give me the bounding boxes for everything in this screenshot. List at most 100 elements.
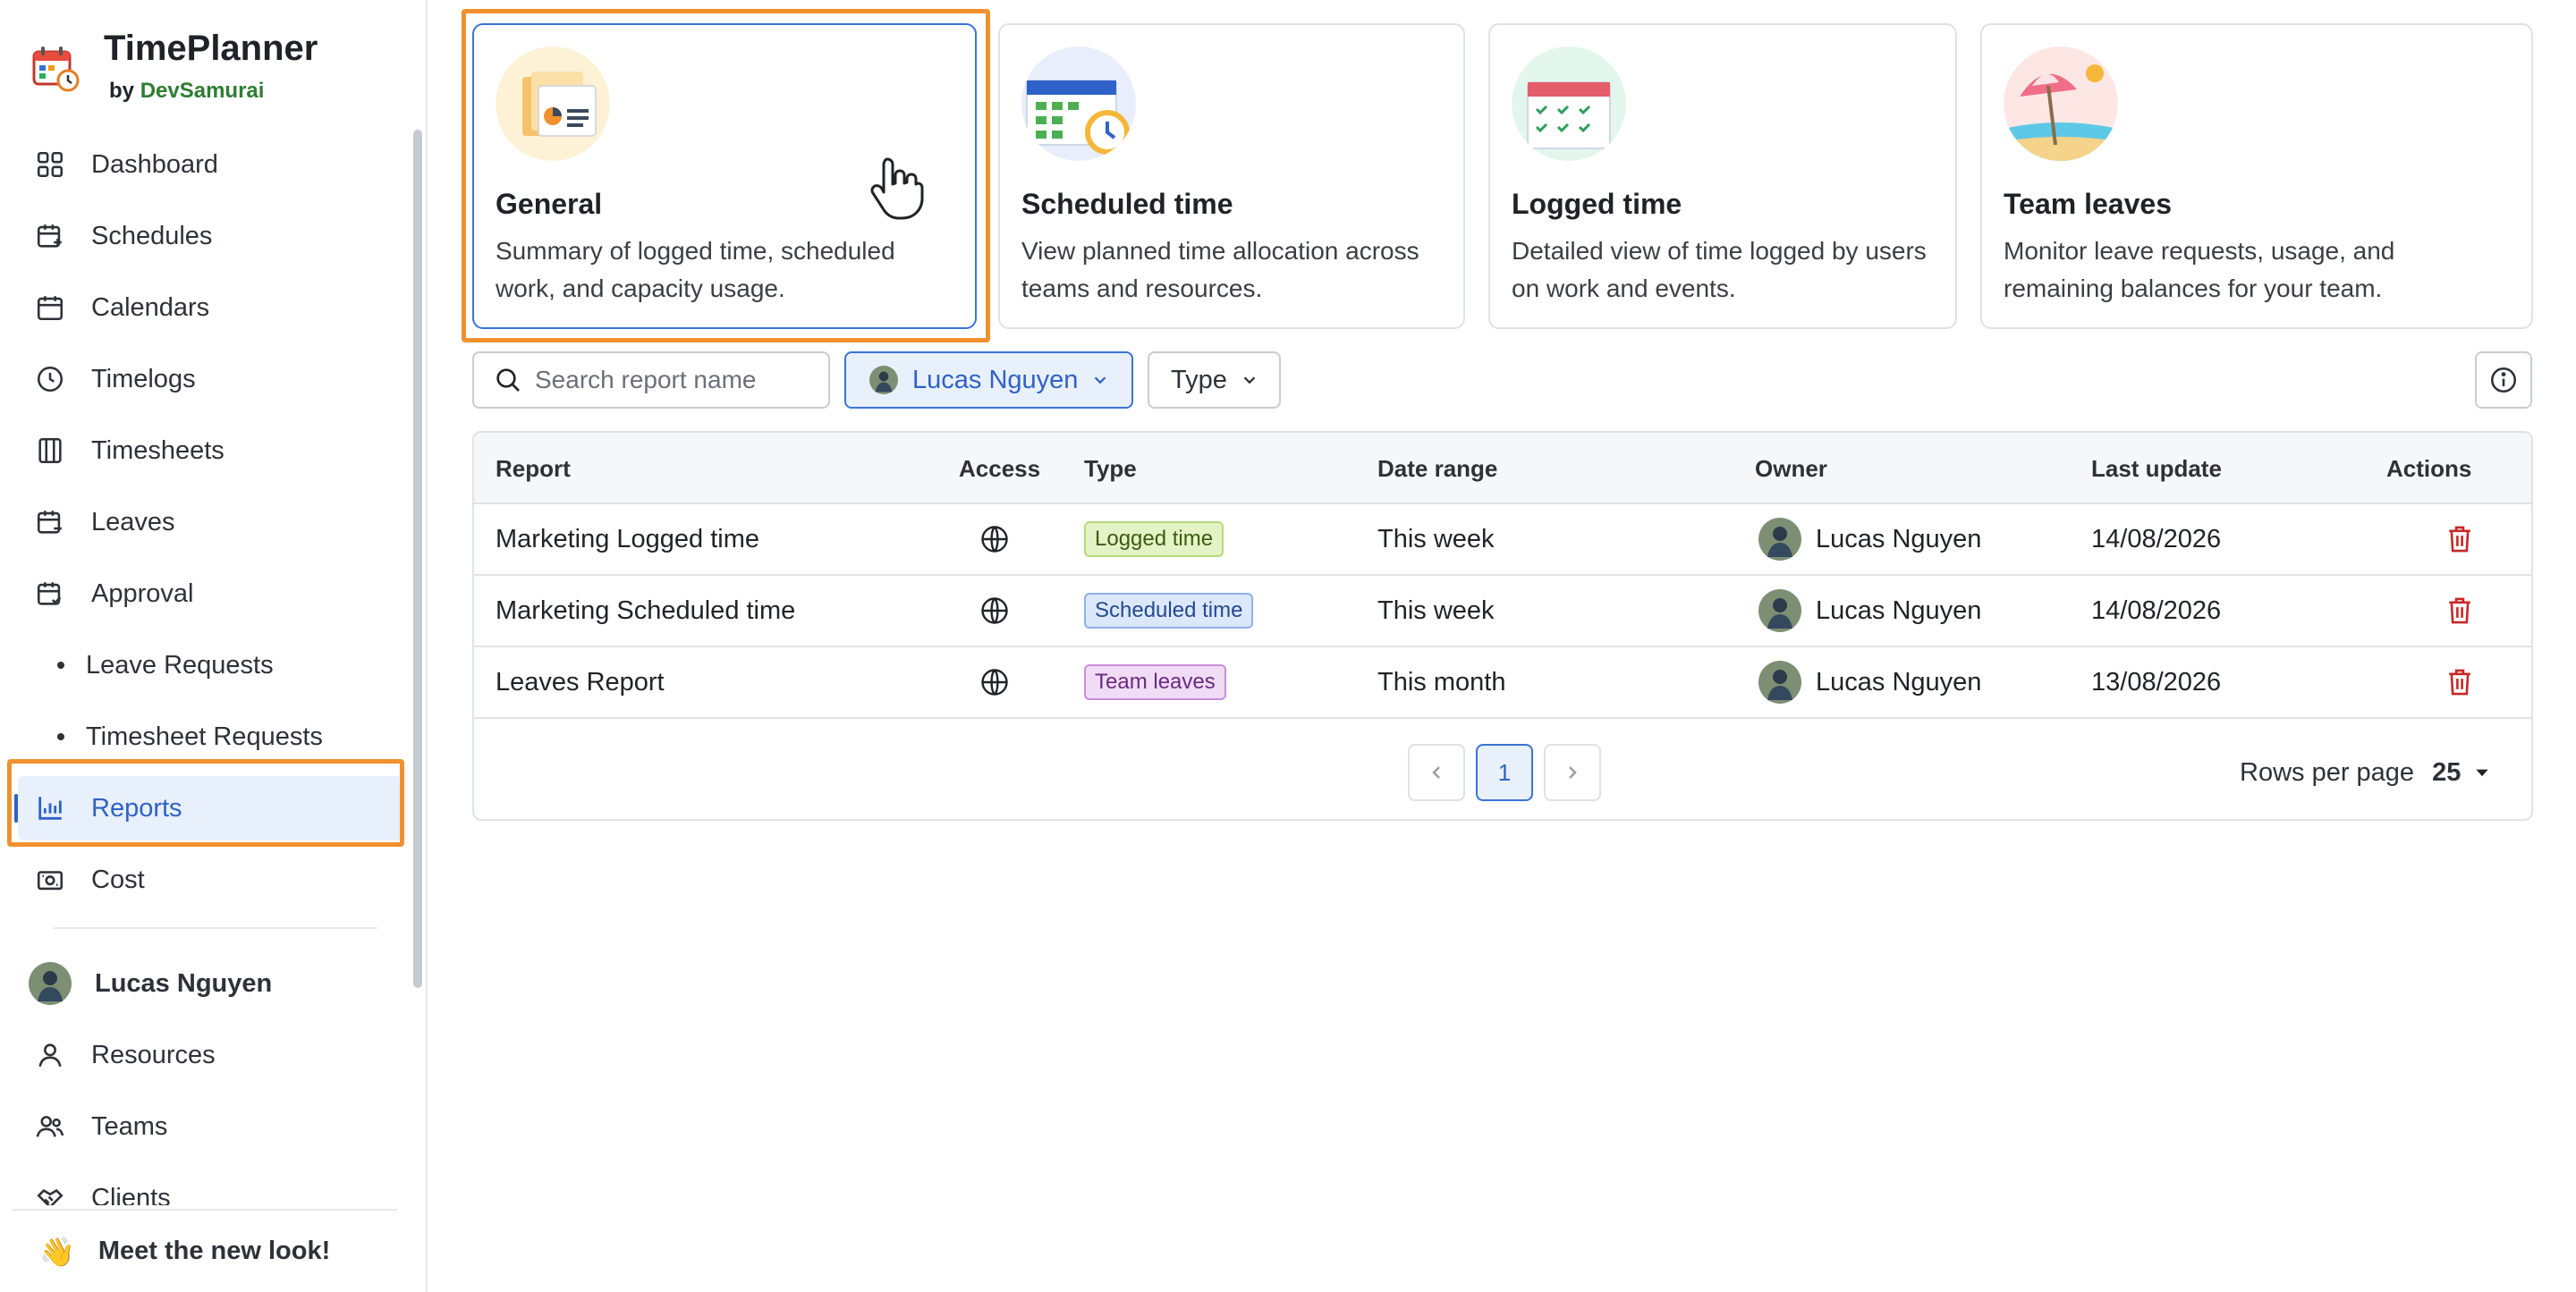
announcement-banner[interactable]: 👋 Meet the new look!: [13, 1209, 397, 1292]
sidebar-item-schedules[interactable]: Schedules: [18, 204, 402, 268]
logged-time-icon: [1512, 46, 1626, 161]
sidebar-item-timesheet-requests[interactable]: Timesheet Requests: [18, 705, 402, 769]
column-header-owner[interactable]: Owner: [1755, 433, 1827, 504]
calendar-check-icon: [34, 578, 66, 610]
chevron-down-icon: [1095, 376, 1106, 384]
sidebar-item-leaves[interactable]: Leaves: [18, 490, 402, 554]
sidebar-item-resources[interactable]: Resources: [18, 1023, 402, 1087]
type-filter-dropdown[interactable]: Type: [1148, 351, 1281, 409]
sidebar-item-approval[interactable]: Approval: [18, 562, 402, 626]
brand-company: DevSamurai: [140, 79, 265, 103]
brand[interactable]: TimePlanner by DevSamurai: [27, 29, 402, 109]
sidebar-user[interactable]: Lucas Nguyen: [18, 951, 402, 1016]
rows-per-page-value: 25: [2432, 757, 2462, 787]
type-cell: Logged time: [1084, 504, 1224, 574]
report-name[interactable]: Marketing Scheduled time: [496, 576, 795, 646]
scheduled-time-icon: [1021, 46, 1136, 161]
calendar-minus-icon: [34, 506, 66, 538]
owner-filter-dropdown[interactable]: Lucas Nguyen: [844, 351, 1133, 409]
rows-per-page[interactable]: Rows per page 25: [2240, 744, 2491, 801]
column-header-access: Access: [959, 455, 1041, 482]
sidebar-item-label: Clients: [91, 1183, 171, 1206]
sidebar-item-timelogs[interactable]: Timelogs: [18, 347, 402, 411]
column-header-date-range[interactable]: Date range: [1377, 433, 1497, 504]
globe-icon: [981, 526, 1008, 553]
table-row[interactable]: Marketing Logged time Logged time This w…: [474, 504, 2531, 576]
last-update-cell: 14/08/2026: [2091, 524, 2222, 553]
bullet-icon: [57, 733, 64, 740]
report-card-logged-time[interactable]: Logged time Detailed view of time logged…: [1488, 23, 1957, 329]
prev-page-button[interactable]: [1408, 744, 1465, 801]
report-card-title: Logged time: [1512, 188, 1682, 220]
clock-icon: [34, 363, 66, 395]
sidebar-item-teams[interactable]: Teams: [18, 1094, 402, 1159]
hand-cursor-icon: [870, 157, 924, 220]
chevron-down-icon: [1243, 376, 1256, 384]
sidebar-item-calendars[interactable]: Calendars: [18, 275, 402, 340]
avatar: [869, 366, 898, 394]
brand-name: TimePlanner: [104, 29, 318, 68]
sidebar: TimePlanner by DevSamurai Dashboard Sche…: [0, 0, 428, 1292]
access-cell: [979, 504, 1011, 574]
owner-name: Lucas Nguyen: [1816, 524, 1982, 553]
owner-name: Lucas Nguyen: [1816, 595, 1982, 625]
delete-button[interactable]: [2445, 647, 2474, 717]
report-name[interactable]: Marketing Logged time: [496, 504, 759, 574]
type-badge: Logged time: [1084, 521, 1224, 557]
info-button[interactable]: [2475, 351, 2532, 409]
column-header-type[interactable]: Type: [1084, 433, 1137, 504]
search-input[interactable]: [535, 366, 803, 394]
report-name[interactable]: Leaves Report: [496, 647, 665, 717]
sidebar-item-label: Timesheets: [91, 435, 225, 465]
sidebar-item-timesheets[interactable]: Timesheets: [18, 418, 402, 483]
sidebar-item-label: Leave Requests: [86, 650, 274, 680]
type-cell: Team leaves: [1084, 647, 1226, 717]
calendar-plus-icon: [34, 220, 66, 252]
info-icon: [2490, 367, 2517, 393]
table-row[interactable]: Marketing Scheduled time Scheduled time …: [474, 576, 2531, 647]
report-card-title: General: [496, 188, 603, 220]
avatar: [1758, 661, 1801, 704]
chevron-left-icon: [1432, 766, 1440, 779]
sidebar-nav: Dashboard Schedules Calendars Timelogs T…: [0, 123, 411, 1205]
column-header-last-update[interactable]: Last update: [2091, 433, 2222, 504]
column-header-report[interactable]: Report: [496, 433, 571, 504]
globe-icon: [981, 669, 1008, 696]
sidebar-item-label: Timelogs: [91, 364, 196, 393]
dashboard-icon: [34, 148, 66, 181]
sidebar-item-label: Reports: [91, 793, 182, 823]
report-card-title: Team leaves: [2004, 188, 2172, 220]
delete-button[interactable]: [2445, 576, 2474, 646]
sidebar-item-label: Resources: [91, 1040, 216, 1069]
table-header: Report Access Type Date range Owner Last…: [474, 433, 2531, 504]
sidebar-item-leave-requests[interactable]: Leave Requests: [18, 633, 402, 697]
last-update-cell: 14/08/2026: [2091, 595, 2222, 625]
sidebar-scrollbar[interactable]: [413, 130, 422, 988]
rows-per-page-label: Rows per page: [2240, 757, 2415, 787]
avatar: [1758, 518, 1801, 561]
report-card-team-leaves[interactable]: Team leaves Monitor leave requests, usag…: [1980, 23, 2533, 329]
delete-button[interactable]: [2445, 504, 2474, 574]
team-leaves-icon: [2004, 46, 2118, 161]
sidebar-item-label: Timesheet Requests: [86, 722, 323, 751]
access-cell: [979, 576, 1011, 646]
calendar-icon: [34, 291, 66, 324]
report-card-desc: Detailed view of time logged by users on…: [1512, 237, 1927, 302]
type-filter-label: Type: [1171, 365, 1227, 394]
owner-cell: Lucas Nguyen: [1758, 647, 1981, 717]
sidebar-item-dashboard[interactable]: Dashboard: [18, 132, 402, 197]
sidebar-item-clients[interactable]: Clients: [18, 1166, 402, 1205]
sidebar-item-label: Cost: [91, 865, 145, 894]
report-card-scheduled-time[interactable]: Scheduled time View planned time allocat…: [998, 23, 1465, 329]
caret-down-icon: [2476, 769, 2488, 777]
timesheet-icon: [34, 435, 66, 467]
table-row[interactable]: Leaves Report Team leaves This month Luc…: [474, 647, 2531, 719]
sidebar-item-cost[interactable]: Cost: [18, 848, 402, 912]
page-button-1[interactable]: 1: [1476, 744, 1533, 801]
search-box[interactable]: [472, 351, 830, 409]
next-page-button[interactable]: [1544, 744, 1601, 801]
sidebar-item-reports[interactable]: Reports: [14, 776, 402, 840]
timeplanner-logo-icon: [32, 46, 80, 92]
cost-icon: [34, 864, 66, 896]
handshake-icon: [34, 1182, 66, 1205]
